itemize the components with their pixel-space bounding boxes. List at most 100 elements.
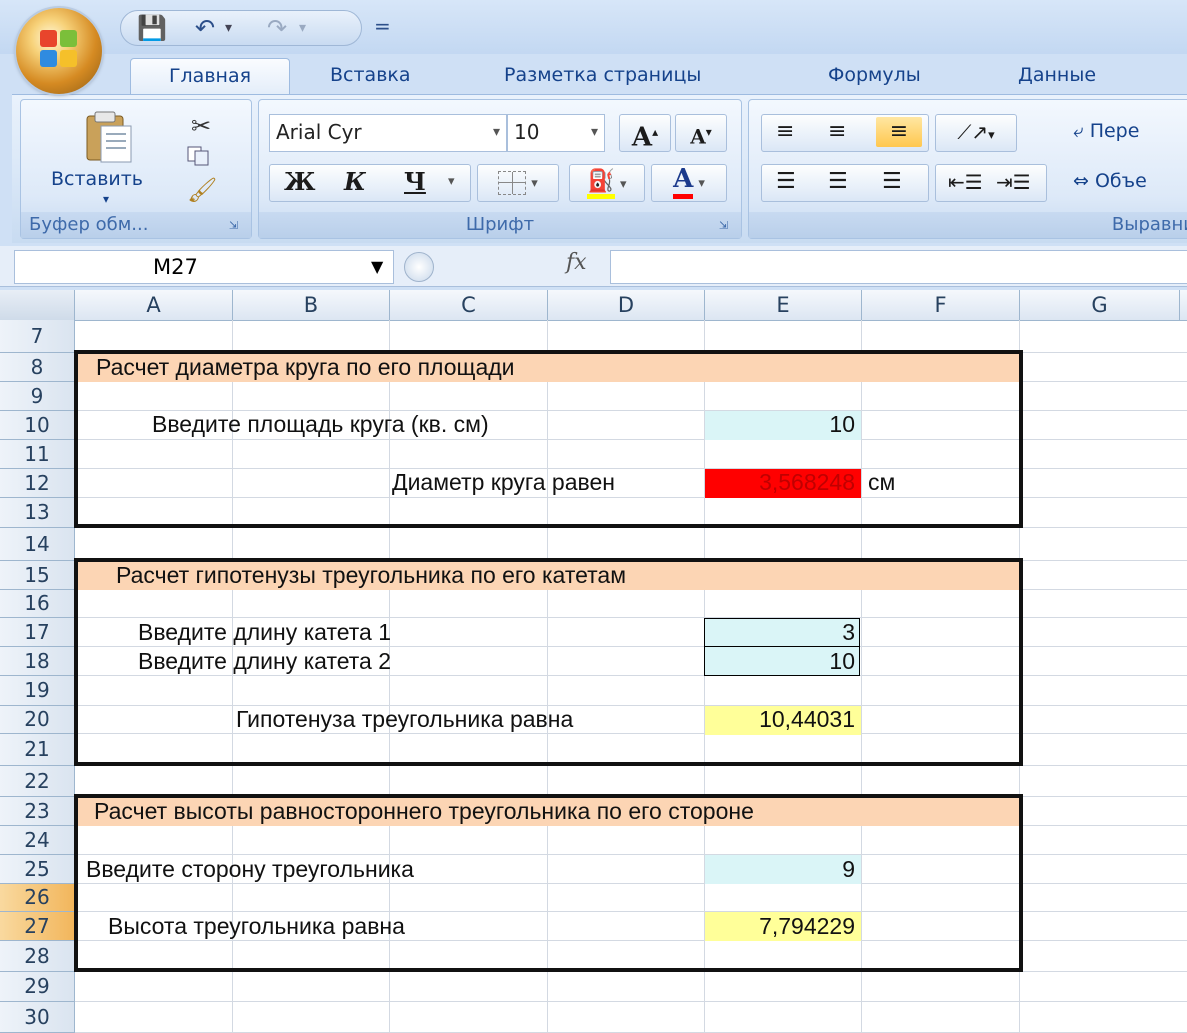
align-left-icon[interactable]: ☰ — [776, 165, 796, 199]
row-header-13[interactable]: 13 — [0, 498, 75, 528]
row-header-23[interactable]: 23 — [0, 797, 75, 826]
insert-function-icon[interactable]: fx — [566, 250, 587, 275]
tab-insert[interactable]: Вставка — [318, 58, 423, 94]
redo-icon[interactable]: ↷ — [267, 15, 287, 41]
column-header-b[interactable]: B — [233, 290, 390, 320]
align-middle-icon[interactable]: ≡ — [828, 115, 846, 149]
column-header-e[interactable]: E — [705, 290, 862, 320]
row-header-10[interactable]: 10 — [0, 411, 75, 440]
row-header-18[interactable]: 18 — [0, 647, 75, 676]
chevron-down-icon[interactable]: ▾ — [493, 115, 500, 149]
font-group-label: Шрифт — [259, 212, 741, 238]
tab-data[interactable]: Данные — [1006, 58, 1108, 94]
column-header-g[interactable]: G — [1020, 290, 1180, 320]
column-header-a[interactable]: A — [75, 290, 233, 320]
row-header-15[interactable]: 15 — [0, 561, 75, 590]
style-buttons: Ж К Ч ▾ — [269, 164, 471, 202]
formula-input[interactable] — [610, 250, 1187, 284]
row-header-21[interactable]: 21 — [0, 734, 75, 766]
row-header-30[interactable]: 30 — [0, 1002, 75, 1033]
row-header-20[interactable]: 20 — [0, 706, 75, 734]
row-header-7[interactable]: 7 — [0, 320, 75, 353]
fill-color-button[interactable]: ⛽ ▾ — [569, 164, 645, 202]
orientation-button[interactable]: ⟋↗▾ — [935, 114, 1017, 152]
clipboard-launcher-icon[interactable]: ⇲ — [229, 220, 243, 232]
format-painter-icon[interactable]: 🖌 — [187, 176, 217, 204]
chevron-down-icon[interactable]: ▼ — [371, 251, 383, 283]
undo-icon[interactable]: ↶ — [195, 15, 215, 41]
diameter-label: Диаметр круга равен — [392, 469, 615, 495]
height-value: 7,794229 — [759, 913, 855, 939]
row-header-8[interactable]: 8 — [0, 353, 75, 382]
height-label: Высота треугольника равна — [108, 913, 405, 939]
align-center-icon[interactable]: ☰ — [828, 165, 848, 199]
row-header-16[interactable]: 16 — [0, 590, 75, 618]
bold-button[interactable]: Ж — [284, 165, 316, 199]
customize-qat-button[interactable]: = — [374, 14, 391, 38]
row-header-14[interactable]: 14 — [0, 528, 75, 561]
diameter-value: 3,568248 — [759, 469, 855, 495]
align-right-icon[interactable]: ☰ — [882, 165, 902, 199]
circle-title: Расчет диаметра круга по его площади — [96, 354, 515, 380]
font-name-combo[interactable]: Arial Cyr ▾ — [269, 114, 507, 152]
row-header-9[interactable]: 9 — [0, 382, 75, 411]
paste-button[interactable]: Вставить — [51, 168, 143, 190]
borders-button[interactable]: ▾ — [477, 164, 559, 202]
font-color-button[interactable]: A ▾ — [651, 164, 727, 202]
merge-center-label: Объе — [1094, 170, 1147, 192]
align-bottom-icon[interactable]: ≡ — [876, 117, 922, 147]
vertical-align-buttons: ≡ ≡ ≡ — [761, 114, 929, 152]
diameter-unit: см — [868, 469, 896, 495]
office-logo-icon — [40, 30, 78, 68]
align-top-icon[interactable]: ≡ — [776, 115, 794, 149]
font-launcher-icon[interactable]: ⇲ — [719, 220, 733, 232]
row-header-17[interactable]: 17 — [0, 618, 75, 647]
underline-button[interactable]: Ч — [404, 165, 426, 199]
cut-icon[interactable]: ✂ — [191, 112, 211, 140]
tab-home[interactable]: Главная — [130, 58, 290, 95]
undo-dropdown-icon[interactable]: ▾ — [225, 15, 232, 41]
font-size-value: 10 — [514, 120, 540, 144]
italic-button[interactable]: К — [344, 165, 366, 199]
leg2-label: Введите длину катета 2 — [138, 648, 391, 674]
row-header-19[interactable]: 19 — [0, 676, 75, 706]
row-header-26[interactable]: 26 — [0, 884, 75, 912]
merge-center-button[interactable]: ⇔ Объе — [1073, 170, 1147, 192]
redo-dropdown-icon[interactable]: ▾ — [299, 15, 306, 41]
office-button[interactable] — [16, 8, 102, 94]
paste-dropdown-icon[interactable]: ▾ — [103, 192, 109, 206]
paste-icon[interactable] — [81, 110, 137, 166]
hypotenuse-label: Гипотенуза треугольника равна — [236, 706, 574, 732]
hypotenuse-value: 10,44031 — [759, 706, 855, 732]
chevron-down-icon[interactable]: ▾ — [591, 115, 598, 149]
increase-indent-icon[interactable]: ⇥☰ — [996, 165, 1031, 199]
decrease-indent-icon[interactable]: ⇤☰ — [948, 165, 983, 199]
row-header-22[interactable]: 22 — [0, 766, 75, 797]
alignment-group: ≡ ≡ ≡ ⟋↗▾ ☰ ☰ ☰ ⇤☰ ⇥☰ ⤶ Пере ⇔ Объе Выра… — [748, 99, 1187, 239]
row-header-28[interactable]: 28 — [0, 941, 75, 972]
tab-formulas[interactable]: Формулы — [816, 58, 933, 94]
row-header-29[interactable]: 29 — [0, 972, 75, 1002]
side-value: 9 — [842, 856, 855, 882]
row-header-12[interactable]: 12 — [0, 469, 75, 498]
copy-icon[interactable] — [187, 146, 209, 166]
row-header-24[interactable]: 24 — [0, 826, 75, 855]
row-header-27[interactable]: 27 — [0, 912, 75, 941]
tab-page-layout[interactable]: Разметка страницы — [492, 58, 713, 94]
column-header-c[interactable]: C — [390, 290, 548, 320]
expand-formula-icon[interactable] — [404, 252, 434, 282]
row-header-11[interactable]: 11 — [0, 440, 75, 469]
shrink-font-button[interactable]: A▾ — [675, 114, 727, 152]
column-header-d[interactable]: D — [548, 290, 705, 320]
name-box[interactable]: M27 ▼ — [14, 250, 394, 284]
chevron-down-icon[interactable]: ▾ — [448, 165, 455, 199]
grow-font-button[interactable]: A▴ — [619, 114, 671, 153]
font-size-combo[interactable]: 10 ▾ — [507, 114, 605, 152]
wrap-text-button[interactable]: ⤶ Пере — [1073, 120, 1139, 142]
save-icon[interactable]: 💾 — [137, 15, 167, 41]
column-header-f[interactable]: F — [862, 290, 1020, 320]
font-color-icon: A — [673, 164, 694, 199]
row-header-25[interactable]: 25 — [0, 855, 75, 884]
select-all-button[interactable] — [0, 290, 75, 320]
leg2-value: 10 — [829, 648, 855, 674]
